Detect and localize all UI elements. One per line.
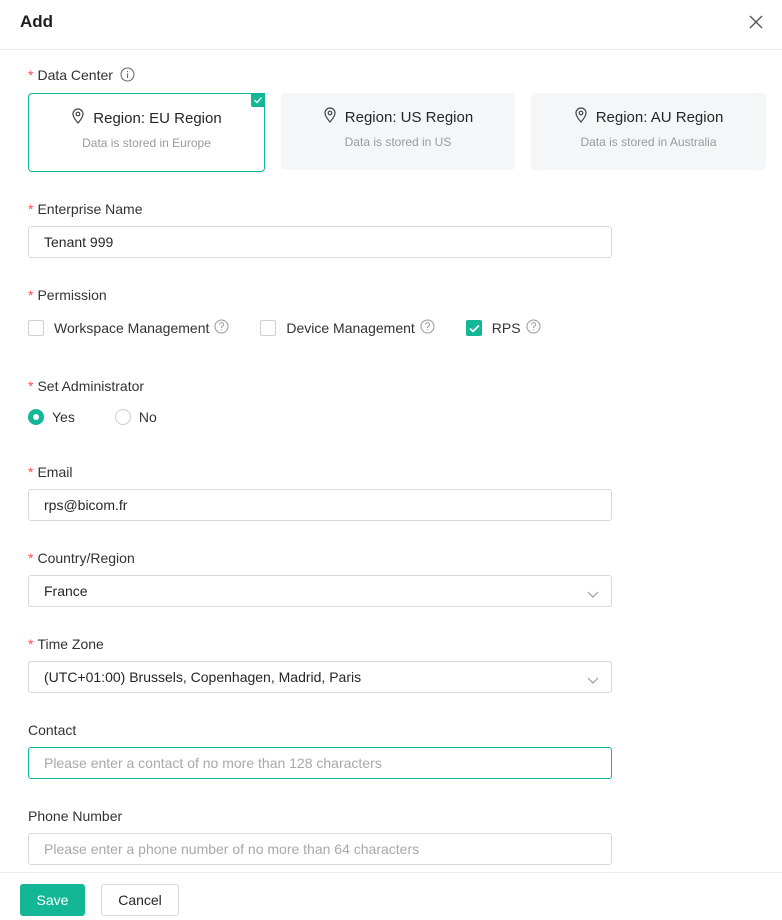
timezone-select[interactable]: (UTC+01:00) Brussels, Copenhagen, Madrid… (28, 661, 612, 693)
region-card-us[interactable]: Region: US Region Data is stored in US (281, 93, 515, 170)
permission-workspace[interactable]: Workspace Management (28, 319, 229, 337)
checkbox-label: Workspace Management (54, 320, 210, 336)
country-label: * Country/Region (28, 550, 135, 566)
close-icon[interactable] (746, 12, 766, 32)
region-title: Region: EU Region (93, 109, 222, 127)
email-input[interactable]: rps@bicom.fr (28, 489, 612, 521)
contact-input[interactable] (28, 747, 612, 779)
permission-label: * Permission (28, 287, 107, 303)
help-icon[interactable] (526, 319, 541, 337)
permission-options: Workspace Management Device Management R… (28, 318, 541, 338)
region-desc: Data is stored in Europe (82, 136, 211, 150)
enterprise-name-value: Tenant 999 (44, 234, 114, 250)
help-icon[interactable] (214, 319, 229, 337)
data-center-label: * Data Center (28, 67, 135, 85)
email-value: rps@bicom.fr (44, 497, 128, 513)
phone-field[interactable] (44, 841, 596, 857)
chevron-down-icon (587, 586, 599, 602)
contact-label: Contact (28, 722, 77, 738)
save-button[interactable]: Save (20, 884, 85, 916)
location-pin-icon (323, 107, 337, 127)
country-select[interactable]: France (28, 575, 612, 607)
region-title: Region: US Region (344, 108, 474, 126)
chevron-down-icon (587, 672, 599, 688)
dialog-title: Add (20, 12, 54, 31)
workspace-checkbox[interactable] (28, 320, 44, 336)
enterprise-name-label: * Enterprise Name (28, 201, 143, 217)
permission-device[interactable]: Device Management (260, 319, 435, 337)
phone-input[interactable] (28, 833, 612, 865)
administrator-options: Yes No (28, 409, 157, 425)
contact-field[interactable] (44, 755, 596, 771)
radio-label: No (138, 409, 157, 425)
radio-label: Yes (52, 409, 75, 425)
selected-check-icon (251, 93, 265, 107)
admin-yes[interactable]: Yes (28, 409, 75, 425)
region-card-au[interactable]: Region: AU Region Data is stored in Aust… (531, 93, 766, 170)
admin-no[interactable]: No (114, 409, 157, 425)
region-desc: Data is stored in US (344, 135, 452, 149)
permission-rps[interactable]: RPS (465, 319, 541, 337)
country-value: France (44, 583, 88, 599)
timezone-label: * Time Zone (28, 636, 104, 652)
checkbox-label: RPS (491, 320, 521, 336)
device-checkbox[interactable] (260, 320, 277, 336)
phone-label: Phone Number (28, 808, 123, 824)
info-icon[interactable] (120, 67, 135, 85)
region-desc: Data is stored in Australia (580, 135, 717, 149)
checkbox-label: Device Management (286, 320, 415, 336)
enterprise-name-input[interactable]: Tenant 999 (28, 226, 612, 258)
timezone-value: (UTC+01:00) Brussels, Copenhagen, Madrid… (44, 669, 362, 685)
help-icon[interactable] (420, 319, 435, 337)
yes-radio[interactable] (28, 409, 44, 425)
email-label: * Email (28, 464, 73, 480)
region-title: Region: AU Region (595, 108, 724, 126)
location-pin-icon (574, 107, 588, 127)
rps-checkbox[interactable] (465, 320, 482, 336)
region-card-eu[interactable]: Region: EU Region Data is stored in Euro… (28, 93, 265, 172)
dialog-footer: Save Cancel (0, 872, 782, 920)
cancel-button[interactable]: Cancel (101, 884, 179, 916)
set-administrator-label: * Set Administrator (28, 378, 145, 394)
no-radio[interactable] (114, 409, 131, 425)
location-pin-icon (71, 108, 85, 128)
dialog-header: Add (0, 0, 782, 50)
